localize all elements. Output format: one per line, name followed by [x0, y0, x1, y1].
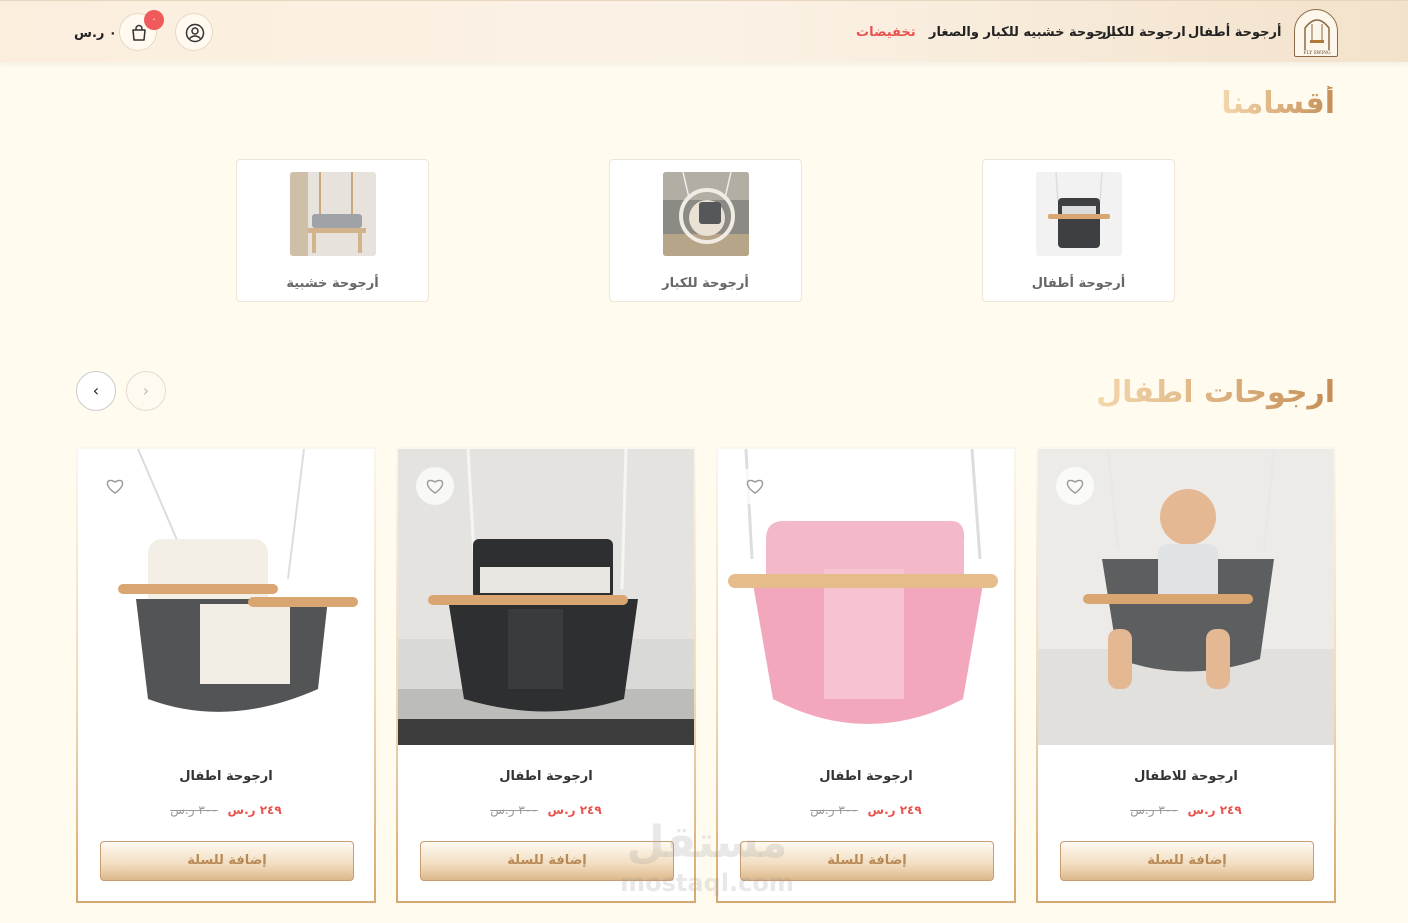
product-price: ٢٤٩ ر.س — [547, 803, 602, 817]
nav-sales[interactable]: تخفيضات — [856, 25, 916, 40]
user-circle-icon — [185, 23, 205, 43]
product-old-price: ٣٠٠ ر.س — [810, 803, 858, 817]
cart-total: ٠ ر.س — [74, 26, 117, 41]
product-name: ارجوحة اطفال — [819, 769, 913, 784]
account-button[interactable] — [175, 13, 213, 51]
wishlist-button[interactable] — [736, 467, 774, 505]
category-image — [1036, 172, 1122, 256]
cart-count-badge: ٠ — [144, 10, 164, 30]
category-label: أرجوحة أطفال — [1031, 276, 1126, 291]
product-card[interactable]: ارجوحة للاطفال ٢٤٩ ر.س ٣٠٠ ر.س إضافة للس… — [1036, 447, 1336, 903]
wishlist-button[interactable] — [416, 467, 454, 505]
products-title: ارجوحات اطفال — [1096, 375, 1335, 410]
nav-kids-swing[interactable]: أرجوحة أطفال — [1188, 25, 1281, 40]
watermark: مستقل mostaql.com — [612, 818, 802, 908]
category-image — [663, 172, 749, 256]
site-logo[interactable]: FLY SWING — [1294, 9, 1338, 57]
swing-logo-icon: FLY SWING — [1303, 19, 1331, 56]
heart-icon — [106, 479, 124, 494]
product-price: ٢٤٩ ر.س — [867, 803, 922, 817]
category-card-adults[interactable]: أرجوحة للكبار — [609, 159, 802, 302]
product-price: ٢٤٩ ر.س — [227, 803, 282, 817]
category-image — [290, 172, 376, 256]
heart-icon — [1066, 479, 1084, 494]
product-prices: ٢٤٩ ر.س ٣٠٠ ر.س — [78, 803, 374, 817]
product-prices: ٢٤٩ ر.س ٣٠٠ ر.س — [1038, 803, 1334, 817]
product-price: ٢٤٩ ر.س — [1187, 803, 1242, 817]
categories-title: أقسامنا — [1221, 86, 1335, 121]
wishlist-button[interactable] — [96, 467, 134, 505]
add-to-cart-button[interactable]: إضافة للسلة — [1060, 841, 1314, 881]
site-header: FLY SWING أرجوحة أطفال ارجوحة للكبار ارج… — [0, 0, 1408, 62]
product-old-price: ٣٠٠ ر.س — [490, 803, 538, 817]
product-old-price: ٣٠٠ ر.س — [170, 803, 218, 817]
category-card-wooden[interactable]: أرجوحة خشبية — [236, 159, 429, 302]
carousel-prev-button[interactable]: › — [126, 371, 166, 411]
nav-wooden-swing[interactable]: ارجوحة خشبيه للكبار والصغار — [929, 25, 1116, 40]
wishlist-button[interactable] — [1056, 467, 1094, 505]
carousel-next-button[interactable]: ‹ — [76, 371, 116, 411]
product-card[interactable]: ارجوحة اطفال ٢٤٩ ر.س ٣٠٠ ر.س إضافة للسلة — [76, 447, 376, 903]
add-to-cart-button[interactable]: إضافة للسلة — [100, 841, 354, 881]
heart-icon — [426, 479, 444, 494]
product-name: ارجوحة اطفال — [499, 769, 593, 784]
watermark-latin: mostaql.com — [620, 869, 794, 897]
category-label: أرجوحة للكبار — [662, 276, 749, 291]
product-prices: ٢٤٩ ر.س ٣٠٠ ر.س — [718, 803, 1014, 817]
product-prices: ٢٤٩ ر.س ٣٠٠ ر.س — [398, 803, 694, 817]
heart-icon — [746, 479, 764, 494]
category-card-kids[interactable]: أرجوحة أطفال — [982, 159, 1175, 302]
product-name: ارجوحة للاطفال — [1134, 769, 1238, 784]
watermark-arabic: مستقل — [626, 817, 788, 868]
product-old-price: ٣٠٠ ر.س — [1130, 803, 1178, 817]
product-name: ارجوحة اطفال — [179, 769, 273, 784]
category-label: أرجوحة خشبية — [286, 276, 379, 291]
svg-text:FLY SWING: FLY SWING — [1303, 50, 1331, 56]
